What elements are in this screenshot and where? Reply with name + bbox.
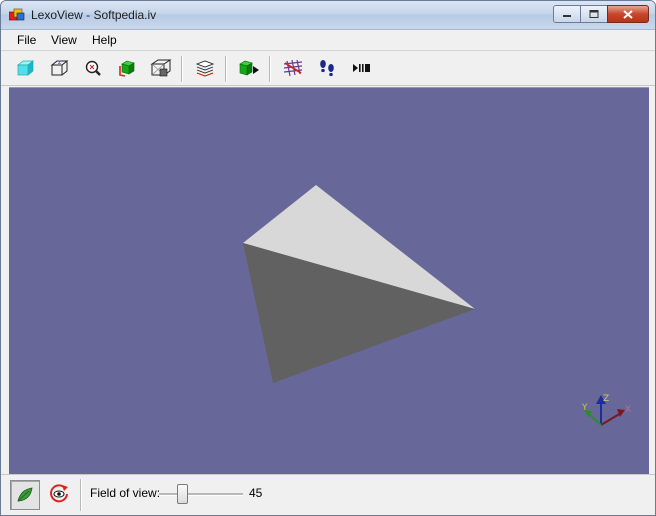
play-pause-icon	[353, 64, 370, 72]
zoom-button[interactable]	[81, 57, 105, 79]
toolbar-separator	[269, 56, 271, 82]
menu-file[interactable]: File	[17, 33, 36, 47]
maximize-icon	[589, 10, 599, 18]
view-all-icon	[17, 60, 34, 76]
grid-button[interactable]	[281, 57, 305, 79]
field-of-view-value: 45	[249, 486, 263, 500]
layers-icon	[195, 60, 215, 77]
menu-view[interactable]: View	[51, 33, 77, 47]
look-around-button[interactable]	[45, 480, 73, 508]
wireframe-icon	[150, 59, 172, 77]
view-box-icon: z	[50, 59, 69, 76]
3d-viewport[interactable]: Z X Y	[9, 87, 649, 474]
minimize-icon	[563, 15, 571, 17]
toolbar-separator	[181, 56, 183, 82]
field-of-view-slider[interactable]	[159, 483, 243, 505]
view-box-button[interactable]: z	[47, 57, 71, 79]
zoom-icon	[85, 60, 101, 76]
field-of-view-label: Field of view:	[90, 486, 161, 500]
view-all-button[interactable]	[13, 57, 37, 79]
menu-bar: File View Help	[1, 30, 655, 51]
bottom-bar: Field of view: 45	[1, 474, 655, 515]
slider-track[interactable]	[159, 493, 243, 496]
grid-icon	[283, 59, 303, 77]
color-icon	[119, 60, 135, 77]
layers-button[interactable]	[193, 57, 217, 79]
axis-label-z: Z	[603, 394, 609, 404]
toolbar: z	[1, 51, 655, 86]
leaf-icon	[17, 487, 33, 502]
slider-thumb[interactable]	[177, 484, 188, 504]
render-button[interactable]	[237, 57, 261, 79]
maximize-button[interactable]	[580, 5, 608, 23]
bottom-separator	[80, 479, 82, 511]
minimize-button[interactable]	[553, 5, 581, 23]
walk-button[interactable]	[315, 57, 339, 79]
walk-icon	[320, 60, 334, 77]
play-pause-button[interactable]	[349, 57, 373, 79]
examine-mode-button[interactable]	[10, 480, 40, 510]
wireframe-button[interactable]	[149, 57, 173, 79]
axis-indicator: Z X Y	[581, 394, 631, 426]
axis-label-x: X	[625, 405, 631, 415]
window-title: LexoView - Softpedia.iv	[31, 8, 157, 22]
close-icon	[623, 9, 633, 19]
app-logo-icon	[9, 8, 25, 21]
svg-text:z: z	[58, 59, 61, 66]
app-window: LexoView - Softpedia.iv File View Help z…	[0, 0, 656, 516]
color-button[interactable]	[115, 57, 139, 79]
render-icon	[239, 60, 259, 76]
title-bar[interactable]: LexoView - Softpedia.iv	[1, 1, 655, 30]
close-button[interactable]	[607, 5, 649, 23]
menu-help[interactable]: Help	[92, 33, 117, 47]
axis-label-y: Y	[581, 403, 588, 413]
eye-rotate-icon	[50, 484, 68, 503]
window-controls	[553, 5, 649, 23]
toolbar-separator	[225, 56, 227, 82]
scene-canvas[interactable]: Z X Y	[9, 88, 649, 474]
